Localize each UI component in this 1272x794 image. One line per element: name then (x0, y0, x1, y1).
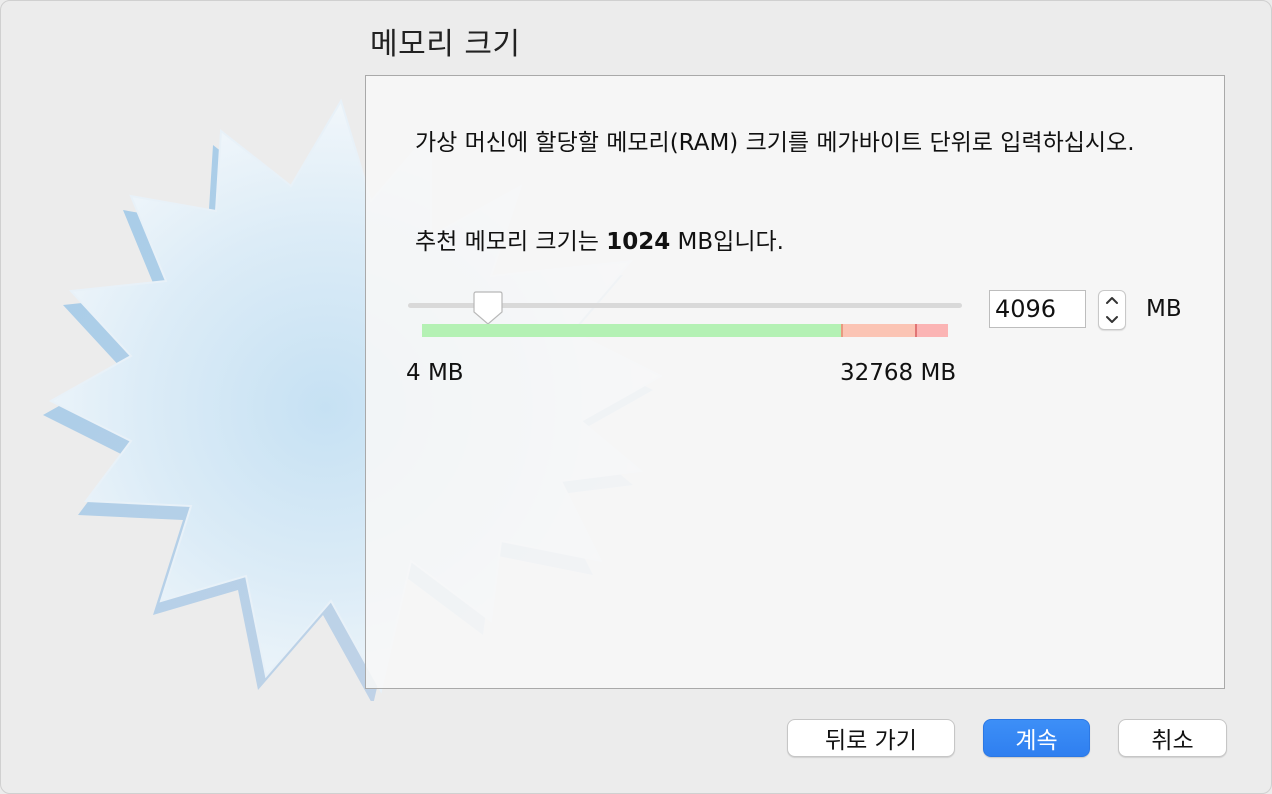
range-warning-segment (841, 324, 915, 337)
chevron-down-icon[interactable] (1099, 310, 1125, 329)
cancel-button[interactable]: 취소 (1118, 719, 1227, 757)
memory-size-input[interactable] (989, 290, 1086, 328)
recommendation-prefix: 추천 메모리 크기는 (415, 229, 607, 255)
range-danger-segment (915, 324, 948, 337)
memory-stepper[interactable] (1098, 290, 1126, 330)
page-title: 메모리 크기 (370, 27, 521, 62)
description-text: 가상 머신에 할당할 메모리(RAM) 크기를 메가바이트 단위로 입력하십시오… (415, 130, 1135, 156)
chevron-up-icon[interactable] (1099, 291, 1125, 310)
content-panel: 가상 머신에 할당할 메모리(RAM) 크기를 메가바이트 단위로 입력하십시오… (365, 75, 1225, 689)
recommendation-suffix: MB입니다. (670, 229, 784, 255)
continue-button[interactable]: 계속 (983, 719, 1090, 757)
back-button[interactable]: 뒤로 가기 (787, 719, 955, 757)
slider-max-label: 32768 MB (840, 360, 957, 386)
slider-min-label: 4 MB (406, 360, 464, 386)
recommended-size-value: 1024 (606, 229, 671, 255)
wizard-window: 메모리 크기 가상 머신에 할당할 메모리(RAM) 크기를 메가바이트 단위로… (0, 0, 1272, 794)
memory-range-bar (422, 324, 948, 337)
memory-unit-label: MB (1146, 296, 1182, 322)
range-safe-segment (422, 324, 841, 337)
slider-thumb-icon[interactable] (472, 290, 504, 326)
recommendation-text: 추천 메모리 크기는 1024 MB입니다. (415, 222, 784, 256)
